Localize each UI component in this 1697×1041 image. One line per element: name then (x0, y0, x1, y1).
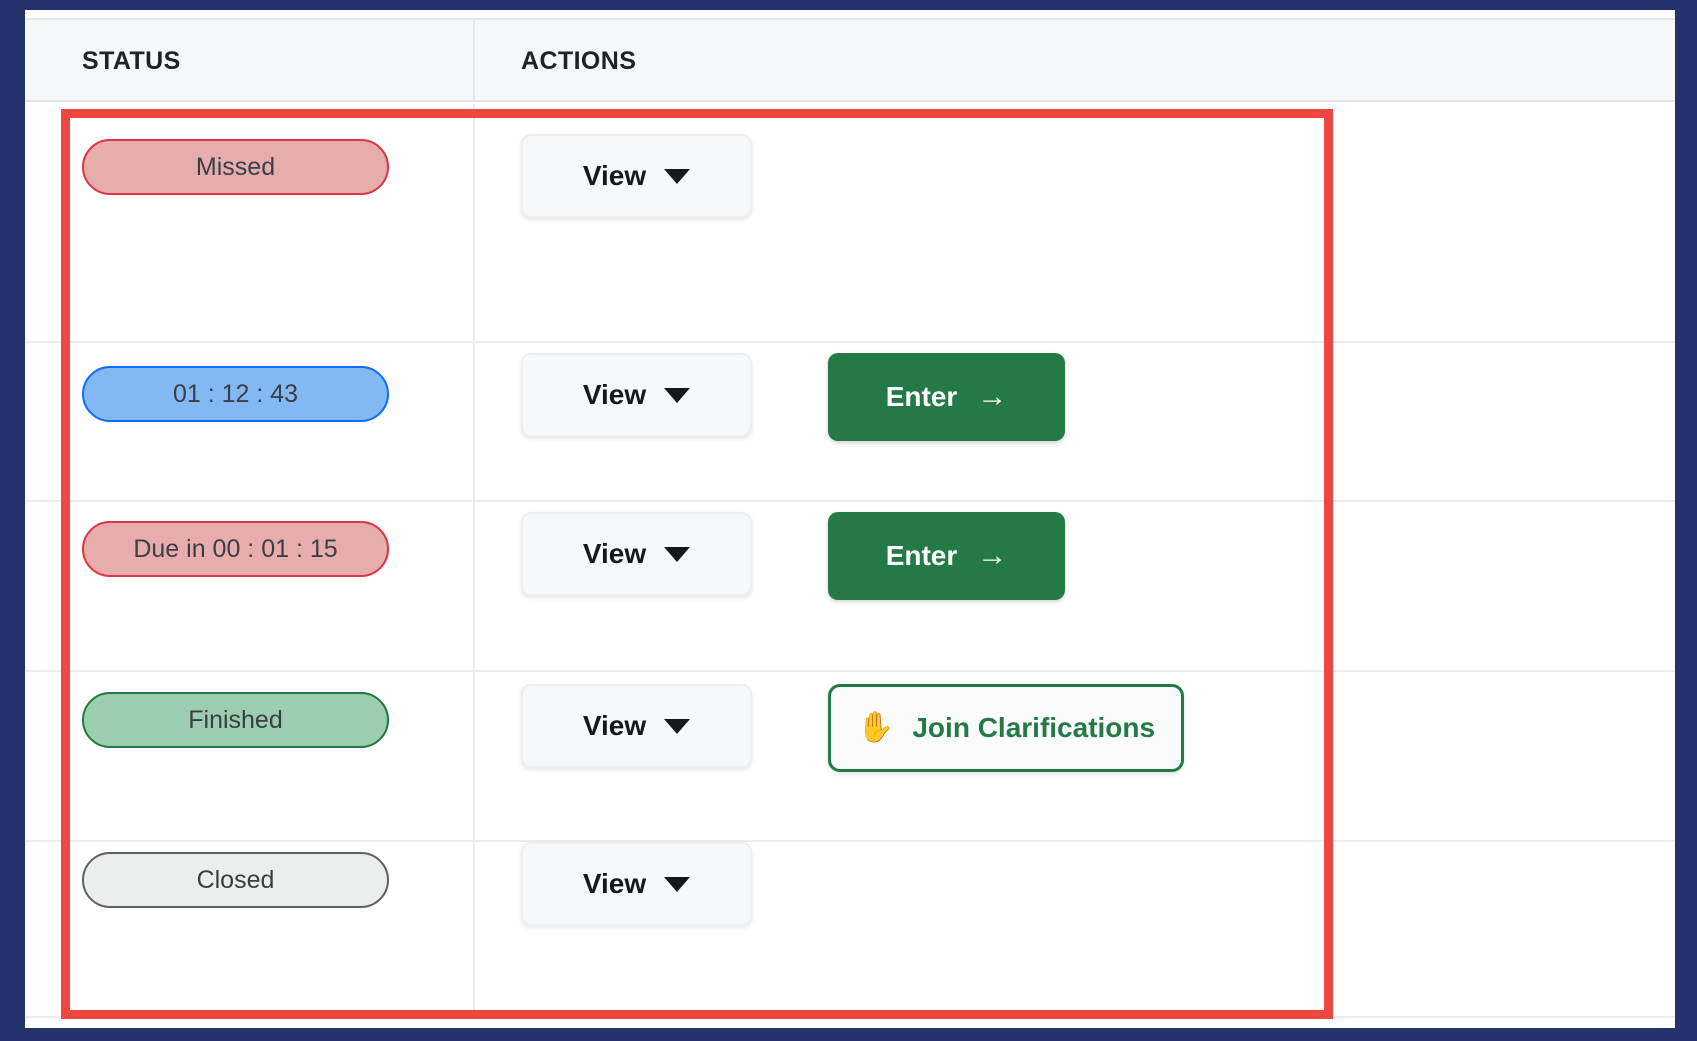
arrow-right-icon: → (977, 380, 1008, 413)
page-content: STATUS ACTIONS Missed View 01 : 12 : 43 Vie… (25, 10, 1675, 1028)
raised-hand-icon: ✋ (857, 711, 895, 744)
join-clarifications-label: Join Clarifications (912, 712, 1156, 743)
cell-actions: View Enter → (473, 343, 1675, 500)
submissions-table: STATUS ACTIONS Missed View 01 : 12 : 43 Vie… (25, 10, 1675, 1028)
chevron-down-icon (664, 387, 691, 403)
view-button-label: View (582, 379, 647, 410)
join-clarifications-button[interactable]: ✋ Join Clarifications (828, 684, 1185, 772)
view-button-label: View (582, 160, 647, 191)
column-header-status: STATUS (82, 46, 181, 75)
status-badge: 01 : 12 : 43 (82, 366, 389, 422)
screenshot-frame: STATUS ACTIONS Missed View 01 : 12 : 43 Vie… (0, 0, 1697, 1041)
cell-status: Closed (25, 842, 473, 1016)
chevron-down-icon (664, 876, 691, 892)
enter-button[interactable]: Enter → (828, 512, 1065, 600)
chevron-down-icon (664, 718, 691, 734)
table-row: Finished View ✋ Join Clarifications (25, 672, 1675, 842)
view-dropdown-button[interactable]: View (521, 842, 752, 926)
status-badge: Missed (82, 139, 389, 195)
status-badge: Closed (82, 852, 389, 908)
view-dropdown-button[interactable]: View (521, 512, 752, 596)
view-button-label: View (582, 710, 647, 741)
view-dropdown-button[interactable]: View (521, 684, 752, 768)
cell-status: 01 : 12 : 43 (25, 343, 473, 500)
cell-status: Missed (25, 104, 473, 341)
enter-button-label: Enter (885, 540, 958, 571)
enter-button-label: Enter (885, 381, 958, 412)
table-row: Closed View (25, 842, 1675, 1018)
table-row: Missed View (25, 104, 1675, 343)
cell-actions: View (473, 104, 1675, 341)
column-header-actions: ACTIONS (473, 20, 1675, 102)
view-dropdown-button[interactable]: View (521, 353, 752, 437)
view-dropdown-button[interactable]: View (521, 134, 752, 218)
table-header-row: STATUS ACTIONS (25, 18, 1675, 102)
enter-button[interactable]: Enter → (828, 353, 1065, 441)
cell-status: Due in 00 : 01 : 15 (25, 502, 473, 670)
cell-status: Finished (25, 672, 473, 840)
table-row: Due in 00 : 01 : 15 View Enter → (25, 502, 1675, 672)
cell-actions: View (473, 842, 1675, 1016)
status-badge: Finished (82, 692, 389, 748)
cell-actions: View Enter → (473, 502, 1675, 670)
chevron-down-icon (664, 546, 691, 562)
table-row: 01 : 12 : 43 View Enter → (25, 343, 1675, 502)
arrow-right-icon: → (977, 539, 1008, 572)
status-badge: Due in 00 : 01 : 15 (82, 521, 389, 577)
view-button-label: View (582, 538, 647, 569)
view-button-label: View (582, 868, 647, 899)
cell-actions: View ✋ Join Clarifications (473, 672, 1675, 840)
chevron-down-icon (664, 168, 691, 184)
